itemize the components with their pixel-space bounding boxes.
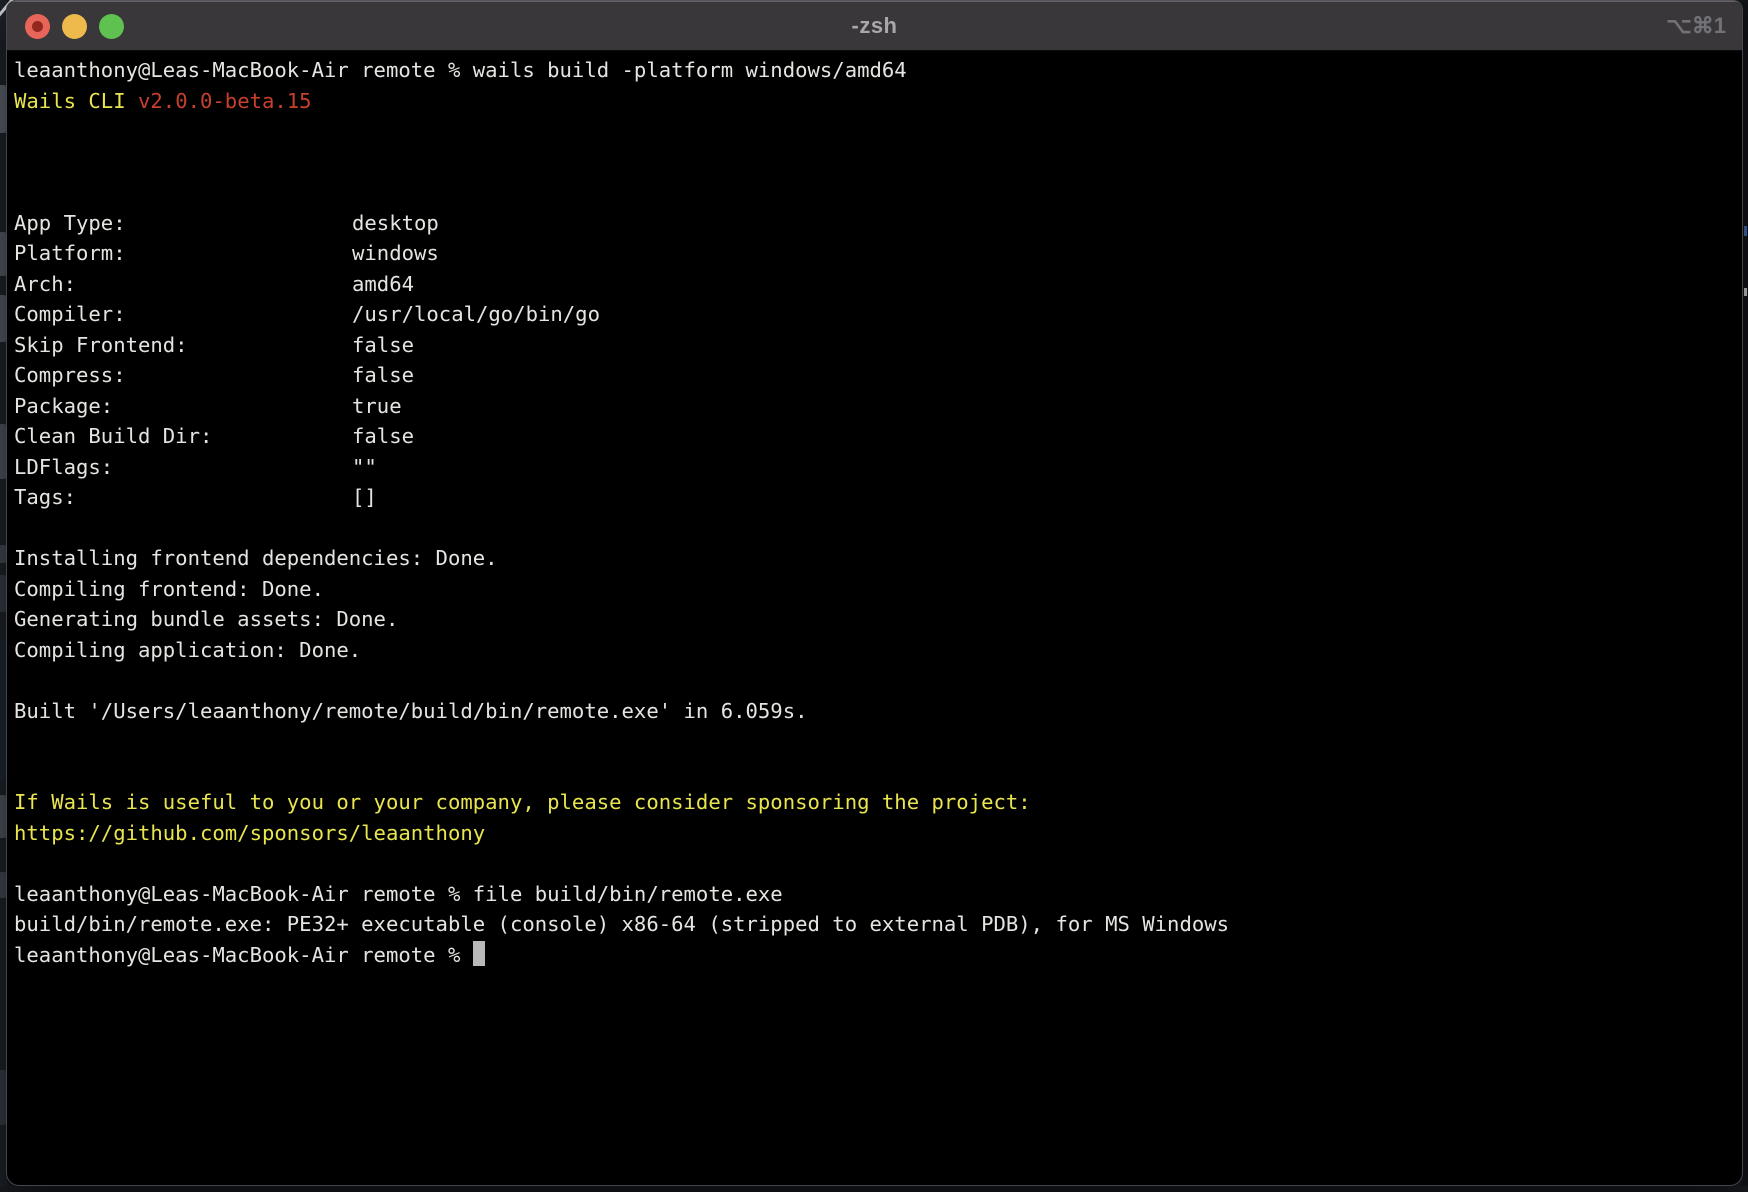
window-titlebar[interactable]: -zsh ⌥⌘1: [7, 1, 1742, 51]
progress-line: Compiling frontend: Done.: [14, 574, 1742, 605]
built-result-line: Built '/Users/leaanthony/remote/build/bi…: [14, 696, 1742, 727]
blank-line: [14, 147, 1742, 178]
config-row: Tags:[]: [14, 482, 1742, 513]
wails-cli-label: Wails CLI: [14, 89, 138, 113]
config-label: Clean Build Dir:: [14, 421, 352, 452]
config-label: Compress:: [14, 360, 352, 391]
config-row: Skip Frontend:false: [14, 330, 1742, 361]
config-label: LDFlags:: [14, 452, 352, 483]
config-value: /usr/local/go/bin/go: [352, 302, 600, 326]
config-row: App Type:desktop: [14, 208, 1742, 239]
config-row: LDFlags:"": [14, 452, 1742, 483]
config-value: false: [352, 333, 414, 357]
sponsor-url: https://github.com/sponsors/leaanthony: [14, 818, 1742, 849]
blank-line: [14, 665, 1742, 696]
prompt-text: leaanthony@Leas-MacBook-Air remote %: [14, 943, 473, 967]
background-fragment: [1744, 226, 1747, 236]
blank-line: [14, 726, 1742, 757]
config-value: []: [352, 485, 377, 509]
config-value: true: [352, 394, 402, 418]
config-row: Arch:amd64: [14, 269, 1742, 300]
progress-line: Installing frontend dependencies: Done.: [14, 543, 1742, 574]
blank-line: [14, 513, 1742, 544]
progress-line: Compiling application: Done.: [14, 635, 1742, 666]
config-label: Tags:: [14, 482, 352, 513]
config-row: Package:true: [14, 391, 1742, 422]
config-label: Platform:: [14, 238, 352, 269]
blank-line: [14, 177, 1742, 208]
background-strip-bottom: [0, 1186, 1748, 1192]
background-window-sliver-right: [1743, 0, 1748, 1192]
file-output-line: build/bin/remote.exe: PE32+ executable (…: [14, 909, 1742, 940]
terminal-window: -zsh ⌥⌘1 leaanthony@Leas-MacBook-Air rem…: [6, 0, 1743, 1186]
config-value: "": [352, 455, 377, 479]
config-label: Package:: [14, 391, 352, 422]
config-row: Compiler:/usr/local/go/bin/go: [14, 299, 1742, 330]
config-value: false: [352, 424, 414, 448]
blank-line: [14, 757, 1742, 788]
config-label: Skip Frontend:: [14, 330, 352, 361]
background-fragment: [1744, 288, 1747, 296]
terminal-line-banner: Wails CLI v2.0.0-beta.15: [14, 86, 1742, 117]
terminal-line-command: leaanthony@Leas-MacBook-Air remote % fil…: [14, 879, 1742, 910]
config-value: windows: [352, 241, 439, 265]
config-label: Compiler:: [14, 299, 352, 330]
terminal-line-command: leaanthony@Leas-MacBook-Air remote % wai…: [14, 55, 1742, 86]
config-row: Compress:false: [14, 360, 1742, 391]
cursor-block: [473, 941, 485, 966]
tab-shortcut-badge: ⌥⌘1: [1666, 1, 1726, 50]
terminal-output[interactable]: leaanthony@Leas-MacBook-Air remote % wai…: [7, 51, 1742, 970]
config-label: Arch:: [14, 269, 352, 300]
config-row: Platform:windows: [14, 238, 1742, 269]
blank-line: [14, 116, 1742, 147]
progress-line: Generating bundle assets: Done.: [14, 604, 1742, 635]
sponsor-message: If Wails is useful to you or your compan…: [14, 787, 1742, 818]
config-value: amd64: [352, 272, 414, 296]
prompt-line: leaanthony@Leas-MacBook-Air remote %: [14, 940, 1742, 971]
config-row: Clean Build Dir:false: [14, 421, 1742, 452]
config-value: false: [352, 363, 414, 387]
config-value: desktop: [352, 211, 439, 235]
wails-version: v2.0.0-beta.15: [138, 89, 312, 113]
window-title: -zsh: [7, 1, 1742, 50]
config-label: App Type:: [14, 208, 352, 239]
blank-line: [14, 848, 1742, 879]
